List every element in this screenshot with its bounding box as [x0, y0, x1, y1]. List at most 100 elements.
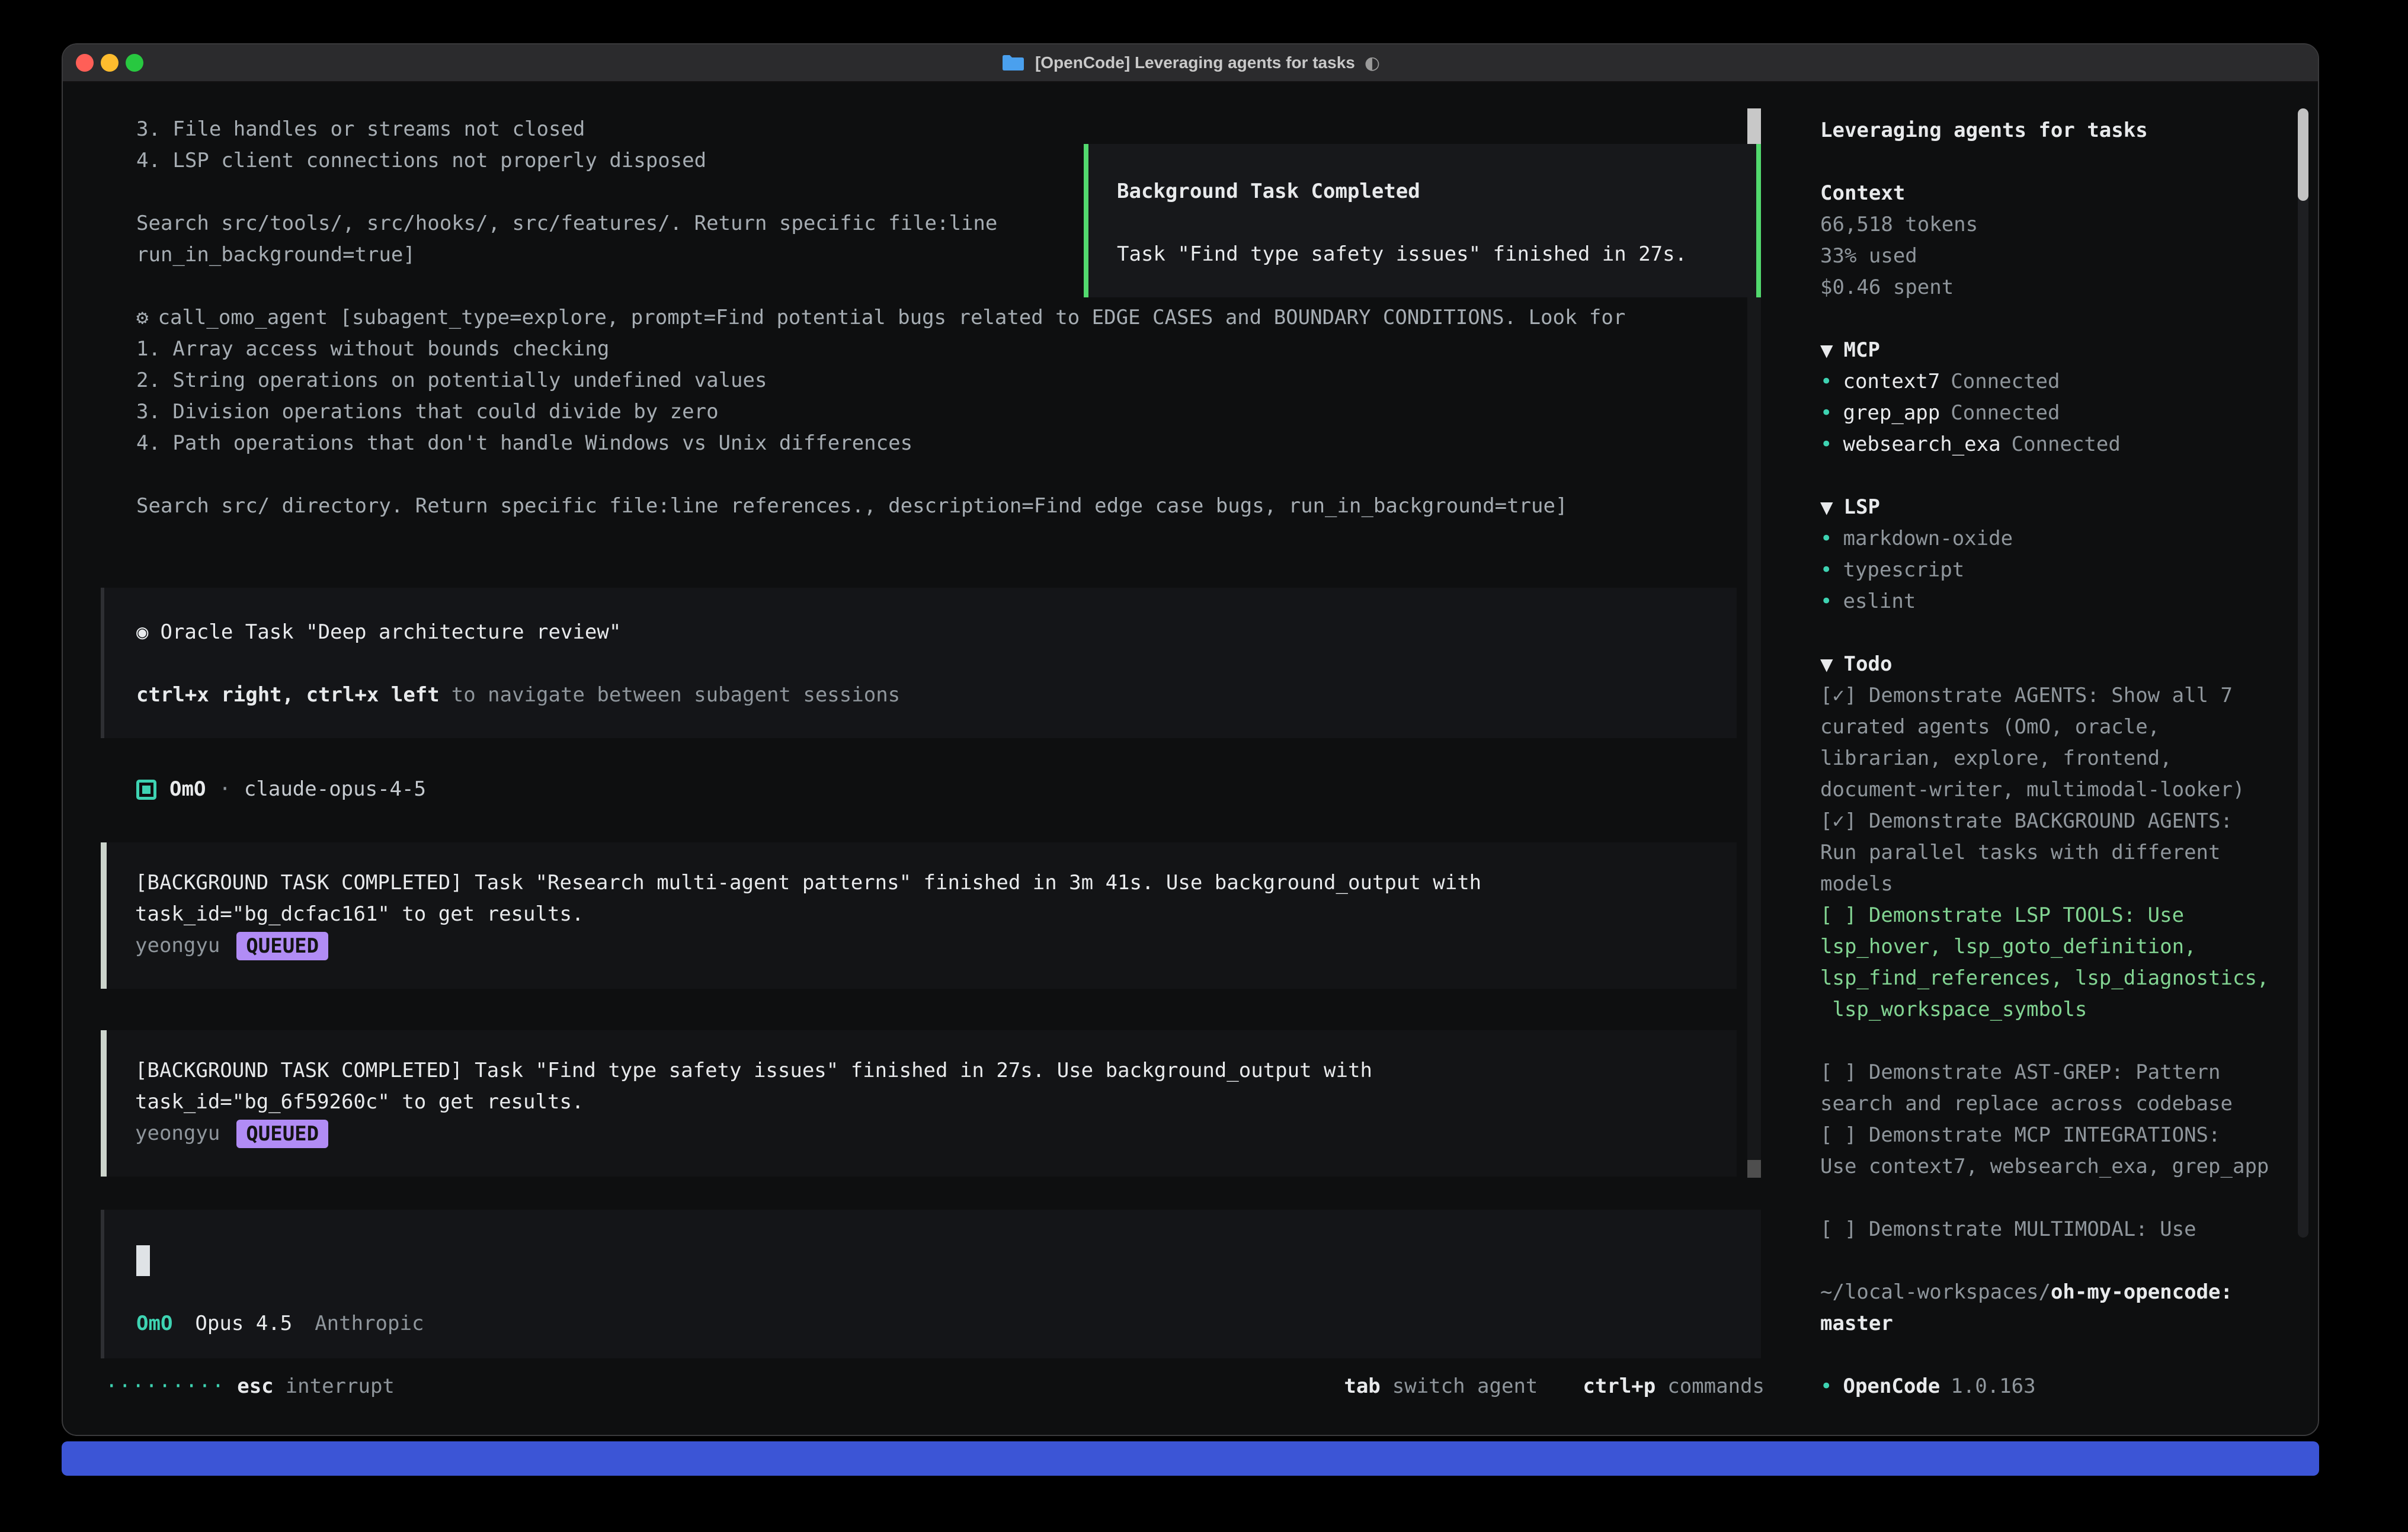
todo-item-pending: [ ] Demonstrate MCP INTEGRATIONS: Use co…: [1820, 1120, 2291, 1182]
collapse-triangle-icon: ▼: [1820, 492, 1833, 523]
message-line: task_id="bg_6f59260c" to get results.: [135, 1086, 1713, 1118]
mcp-status: Connected: [1951, 366, 2060, 398]
tab-key-label: switch agent: [1392, 1371, 1538, 1402]
agent-separator: ·: [219, 774, 230, 805]
text-cursor: [136, 1245, 150, 1276]
todo-heading: Todo: [1844, 649, 1893, 680]
session-status-icon: ◐: [1365, 53, 1380, 73]
mcp-status: Connected: [2012, 429, 2121, 460]
chat-area: 3. File handles or streams not closed 4.…: [63, 81, 1795, 1436]
oracle-task-icon: ◉: [136, 617, 148, 648]
bullet-icon: •: [1820, 366, 1832, 398]
context-heading: Context: [1820, 178, 2291, 209]
agent-header: OmO · claude-opus-4-5: [136, 774, 426, 805]
terminal-output-block: 3. File handles or streams not closed 4.…: [136, 114, 997, 271]
window-title-group: [OpenCode] Leveraging agents for tasks ◐: [1001, 53, 1380, 73]
subagent-shortcut-keys: ctrl+x right, ctrl+x left: [136, 680, 440, 711]
lsp-name: typescript: [1843, 555, 1964, 586]
workspace-repo: oh-my-opencode:: [2051, 1280, 2233, 1304]
todo-section-header[interactable]: ▼ Todo: [1820, 649, 2291, 680]
mcp-heading: MCP: [1844, 335, 1880, 366]
queued-message: [BACKGROUND TASK COMPLETED] Task "Find t…: [101, 1030, 1737, 1177]
gear-icon: ⚙: [136, 302, 148, 334]
todo-item-done: [✓] Demonstrate BACKGROUND AGENTS: Run p…: [1820, 806, 2291, 900]
sidebar-scrollbar-thumb[interactable]: [2298, 108, 2308, 201]
toast-body: Task "Find type safety issues" finished …: [1117, 239, 1730, 270]
todo-item-pending: [ ] Demonstrate MULTIMODAL: Use: [1820, 1214, 2291, 1245]
context-spent: $0.46 spent: [1820, 272, 2291, 303]
bottom-accent-bar: [62, 1441, 2319, 1476]
tab-key-hint: tab: [1344, 1371, 1380, 1402]
mcp-section-header[interactable]: ▼ MCP: [1820, 335, 2291, 366]
esc-key-hint: esc: [237, 1371, 273, 1402]
mcp-status: Connected: [1951, 398, 2060, 429]
mcp-item: • grep_app Connected: [1820, 398, 2291, 429]
input-provider: Anthropic: [315, 1308, 424, 1339]
sidebar-scrollbar[interactable]: [2298, 108, 2308, 1238]
mcp-name: context7: [1843, 366, 1940, 398]
prompt-input[interactable]: OmO Opus 4.5 Anthropic: [101, 1210, 1761, 1358]
main-scrollbar-end: [1747, 1160, 1761, 1178]
window-title: [OpenCode] Leveraging agents for tasks: [1035, 53, 1355, 72]
mcp-item: • context7 Connected: [1820, 366, 2291, 398]
queued-message: [BACKGROUND TASK COMPLETED] Task "Resear…: [101, 842, 1737, 989]
oracle-task-title: Oracle Task "Deep architecture review": [160, 617, 621, 648]
mcp-name: websearch_exa: [1843, 429, 2000, 460]
agent-name: OmO: [169, 774, 206, 805]
bullet-icon: •: [1820, 555, 1832, 586]
collapse-triangle-icon: ▼: [1820, 649, 1833, 680]
status-bar: ········· esc interrupt tab switch agent…: [105, 1371, 1765, 1402]
omo-agent-icon: [136, 780, 156, 800]
input-model: Opus 4.5: [195, 1308, 292, 1339]
background-task-toast: Background Task Completed Task "Find typ…: [1084, 144, 1761, 297]
lsp-heading: LSP: [1844, 492, 1880, 523]
todo-item-active: [ ] Demonstrate LSP TOOLS: Use lsp_hover…: [1820, 900, 2291, 1025]
lsp-name: eslint: [1843, 586, 1916, 617]
bullet-icon: •: [1820, 398, 1832, 429]
workspace-path-prefix: ~/local-workspaces/: [1820, 1280, 2051, 1304]
lsp-section-header[interactable]: ▼ LSP: [1820, 492, 2291, 523]
bullet-icon: •: [1820, 586, 1832, 617]
context-tokens: 66,518 tokens: [1820, 209, 2291, 241]
subagent-shortcut-hint: to navigate between subagent sessions: [451, 680, 900, 711]
lsp-item: • markdown-oxide: [1820, 523, 2291, 555]
message-line: [BACKGROUND TASK COMPLETED] Task "Resear…: [135, 867, 1713, 899]
lsp-item: • eslint: [1820, 586, 2291, 617]
tool-call-text: call_omo_agent [subagent_type=explore, p…: [158, 302, 1625, 334]
mcp-item: • websearch_exa Connected: [1820, 429, 2291, 460]
close-window-button[interactable]: [76, 54, 94, 72]
toast-title: Background Task Completed: [1117, 176, 1730, 207]
terminal-window: [OpenCode] Leveraging agents for tasks ◐…: [62, 43, 2319, 1436]
folder-icon: [1001, 53, 1026, 73]
todo-item-pending: [ ] Demonstrate AST-GREP: Pattern search…: [1820, 1057, 2291, 1120]
window-titlebar[interactable]: [OpenCode] Leveraging agents for tasks ◐: [63, 44, 2318, 82]
app-version-row: • OpenCode 1.0.163: [1820, 1371, 2291, 1402]
commands-key-label: commands: [1667, 1371, 1765, 1402]
minimize-window-button[interactable]: [101, 54, 119, 72]
terminal-output-block-2: 1. Array access without bounds checking …: [136, 334, 1567, 522]
tool-call-line: ⚙ call_omo_agent [subagent_type=explore,…: [136, 302, 1625, 334]
lsp-item: • typescript: [1820, 555, 2291, 586]
session-title: Leveraging agents for tasks: [1820, 115, 2291, 146]
todo-item-done: [✓] Demonstrate AGENTS: Show all 7 curat…: [1820, 680, 2291, 806]
queued-badge: QUEUED: [236, 932, 328, 960]
sidebar: Leveraging agents for tasks Context 66,5…: [1795, 81, 2319, 1436]
message-line: [BACKGROUND TASK COMPLETED] Task "Find t…: [135, 1055, 1713, 1086]
message-author: yeongyu: [135, 930, 220, 961]
esc-key-label: interrupt: [286, 1371, 395, 1402]
app-version: 1.0.163: [1951, 1371, 2035, 1402]
spinner-dots: ·········: [105, 1371, 225, 1402]
traffic-lights: [76, 44, 143, 81]
context-used: 33% used: [1820, 241, 2291, 272]
zoom-window-button[interactable]: [126, 54, 143, 72]
queued-badge: QUEUED: [236, 1120, 328, 1148]
message-author: yeongyu: [135, 1118, 220, 1149]
workspace-path: ~/local-workspaces/oh-my-opencode:: [1820, 1277, 2291, 1308]
message-line: task_id="bg_dcfac161" to get results.: [135, 899, 1713, 930]
mcp-name: grep_app: [1843, 398, 1940, 429]
commands-key-hint: ctrl+p: [1583, 1371, 1655, 1402]
bullet-icon: •: [1820, 429, 1832, 460]
oracle-task-panel: ◉ Oracle Task "Deep architecture review"…: [101, 588, 1737, 738]
lsp-name: markdown-oxide: [1843, 523, 2013, 555]
bullet-icon: •: [1820, 1371, 1832, 1402]
